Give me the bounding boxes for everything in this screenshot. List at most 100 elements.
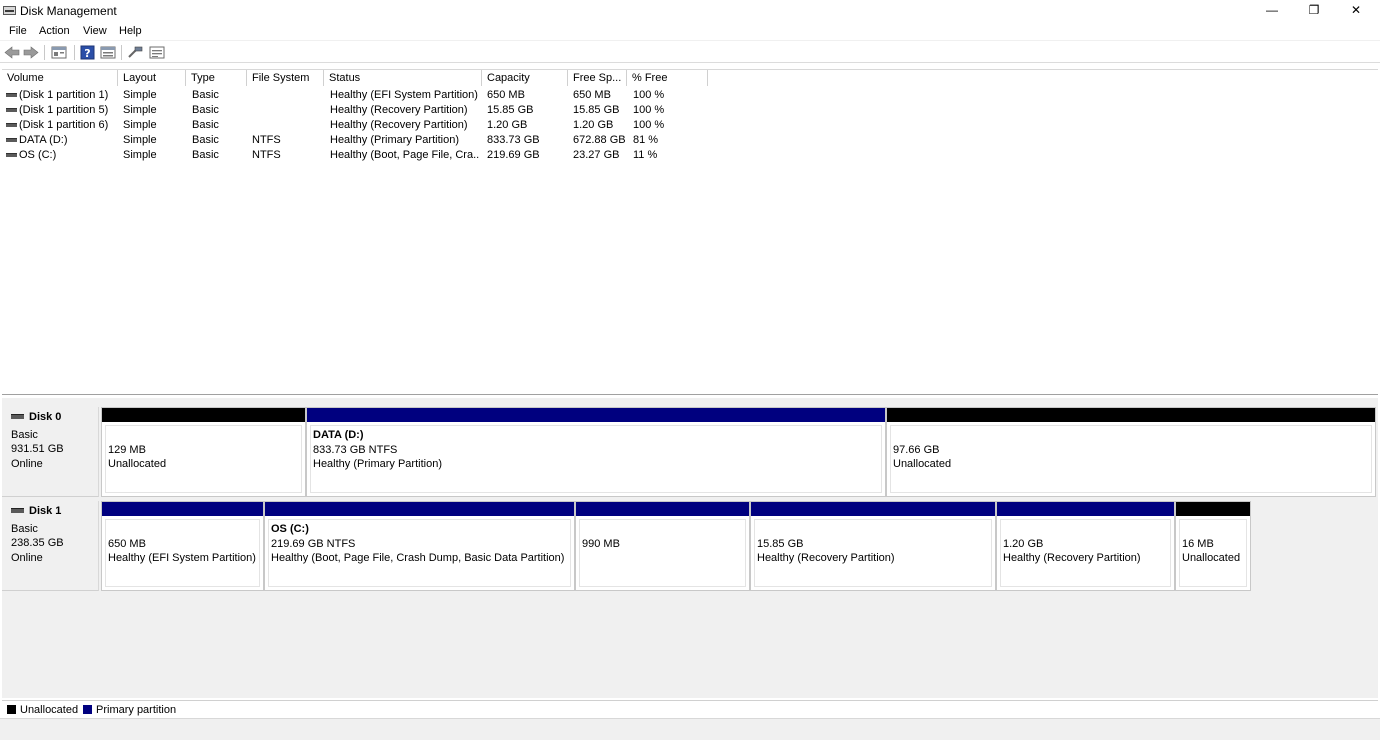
volume-name: OS (C:) (19, 149, 57, 161)
column-header-layout[interactable]: Layout (118, 70, 186, 86)
disk-0-label[interactable]: Disk 0 Basic 931.51 GB Online (2, 407, 99, 497)
partition-status: Healthy (Recovery Partition) (757, 552, 895, 564)
disk-icon (11, 508, 24, 513)
partition-recovery[interactable]: 15.85 GB Healthy (Recovery Partition) (750, 501, 996, 591)
volume-free-space: 23.27 GB (573, 149, 620, 161)
volume-type: Basic (192, 149, 219, 161)
volume-free-space: 1.20 GB (573, 119, 614, 131)
partition-name: DATA (D:) (313, 429, 364, 441)
volume-capacity: 219.69 GB (487, 149, 540, 161)
volume-row[interactable]: (Disk 1 partition 5) Simple Basic Health… (2, 103, 708, 118)
window-title: Disk Management (20, 4, 117, 18)
volume-name: (Disk 1 partition 6) (19, 119, 109, 131)
partition-name: OS (C:) (271, 523, 309, 535)
column-header-volume[interactable]: Volume (2, 70, 118, 86)
column-header-percent-free[interactable]: % Free (627, 70, 708, 86)
volume-type: Basic (192, 89, 219, 101)
disk-icon (11, 414, 24, 419)
svg-text:?: ? (84, 47, 90, 60)
volume-percent-free: 11 % (633, 149, 658, 161)
toolbar-separator (74, 45, 75, 60)
disk-type: Basic (11, 429, 38, 441)
partition-color-bar (997, 502, 1174, 516)
volume-row[interactable]: (Disk 1 partition 6) Simple Basic Health… (2, 118, 708, 133)
volume-row[interactable]: OS (C:) Simple Basic NTFS Healthy (Boot,… (2, 148, 708, 163)
drive-icon (6, 138, 17, 142)
partition-status: Healthy (Primary Partition) (313, 458, 442, 470)
details-icon[interactable] (149, 45, 165, 60)
legend-swatch-primary (83, 705, 92, 714)
column-header-file-system[interactable]: File System (247, 70, 324, 86)
volume-percent-free: 100 % (633, 89, 665, 101)
partition-unallocated[interactable]: 129 MB Unallocated (101, 407, 306, 497)
properties-icon[interactable] (51, 45, 67, 60)
status-bar (0, 718, 1380, 740)
volume-status: Healthy (Primary Partition) (330, 134, 459, 146)
partition-inner (579, 519, 746, 587)
partition-size: 1.20 GB (1003, 538, 1044, 550)
partition-color-bar (102, 408, 305, 422)
help-icon[interactable]: ? (80, 45, 96, 60)
back-arrow-icon[interactable] (4, 45, 20, 60)
column-header-type[interactable]: Type (186, 70, 247, 86)
show-hide-console-icon[interactable] (100, 45, 116, 60)
partition-inner (890, 425, 1372, 493)
partition-efi[interactable]: 650 MB Healthy (EFI System Partition) (101, 501, 264, 591)
disk-state: Online (11, 552, 43, 564)
disk-name: Disk 1 (29, 505, 62, 517)
partition-size: 97.66 GB (893, 444, 940, 456)
close-button[interactable]: ✕ (1335, 0, 1377, 21)
volume-layout: Simple (123, 89, 157, 101)
partition-recovery[interactable]: 1.20 GB Healthy (Recovery Partition) (996, 501, 1175, 591)
partition-status: Unallocated (893, 458, 952, 470)
disk-1-label[interactable]: Disk 1 Basic 238.35 GB Online (2, 501, 99, 591)
partition-data-d[interactable]: DATA (D:) 833.73 GB NTFS Healthy (Primar… (306, 407, 886, 497)
disk-graphical-view: Disk 0 Basic 931.51 GB Online 129 MB Una… (2, 398, 1378, 698)
volume-status: Healthy (Recovery Partition) (330, 119, 468, 131)
partition-size: 990 MB (582, 538, 620, 550)
partition-color-bar (102, 502, 263, 516)
volume-capacity: 1.20 GB (487, 119, 528, 131)
minimize-button[interactable]: — (1251, 0, 1293, 21)
forward-arrow-icon[interactable] (23, 45, 39, 60)
partition-status: Healthy (Boot, Page File, Crash Dump, Ba… (271, 552, 565, 564)
disk-name: Disk 0 (29, 411, 62, 423)
menu-view[interactable]: View (83, 25, 107, 37)
volume-name: (Disk 1 partition 5) (19, 104, 109, 116)
partition-os-c[interactable]: OS (C:) 219.69 GB NTFS Healthy (Boot, Pa… (264, 501, 575, 591)
volume-row[interactable]: DATA (D:) Simple Basic NTFS Healthy (Pri… (2, 133, 708, 148)
partition-color-bar (576, 502, 749, 516)
partition-unallocated[interactable]: 97.66 GB Unallocated (886, 407, 1376, 497)
volume-percent-free: 81 % (633, 134, 659, 146)
disk-1-partitions: 650 MB Healthy (EFI System Partition) OS… (101, 501, 1253, 591)
menu-file[interactable]: File (9, 25, 27, 37)
drive-icon (6, 123, 17, 127)
volume-capacity: 833.73 GB (487, 134, 540, 146)
partition-unallocated[interactable]: 16 MB Unallocated (1175, 501, 1251, 591)
disk-size: 238.35 GB (11, 537, 64, 549)
volume-row[interactable]: (Disk 1 partition 1) Simple Basic Health… (2, 88, 708, 103)
menu-action[interactable]: Action (39, 25, 70, 37)
partition-status: Healthy (EFI System Partition) (108, 552, 256, 564)
legend-label: Primary partition (96, 704, 177, 716)
toolbar: ? (0, 42, 1380, 63)
volume-layout: Simple (123, 119, 157, 131)
menu-help[interactable]: Help (119, 25, 142, 37)
partition-990mb[interactable]: 990 MB (575, 501, 750, 591)
partition-size: 15.85 GB (757, 538, 804, 550)
title-bar: Disk Management — ❐ ✕ (0, 0, 1380, 21)
connect-icon[interactable] (127, 45, 143, 60)
volume-file-system: NTFS (252, 134, 281, 146)
volume-status: Healthy (EFI System Partition) (330, 89, 478, 101)
volume-capacity: 650 MB (487, 89, 525, 101)
column-header-status[interactable]: Status (324, 70, 482, 86)
restore-button[interactable]: ❐ (1293, 0, 1335, 21)
list-header: Volume Layout Type File System Status Ca… (2, 70, 708, 86)
menu-bar: File Action View Help (0, 22, 1380, 41)
column-header-free-space[interactable]: Free Sp... (568, 70, 627, 86)
column-header-capacity[interactable]: Capacity (482, 70, 568, 86)
volume-status: Healthy (Boot, Page File, Cra... (330, 149, 480, 161)
toolbar-separator (121, 45, 122, 60)
volume-list[interactable]: Volume Layout Type File System Status Ca… (2, 69, 1378, 395)
partition-size: 833.73 GB NTFS (313, 444, 398, 456)
